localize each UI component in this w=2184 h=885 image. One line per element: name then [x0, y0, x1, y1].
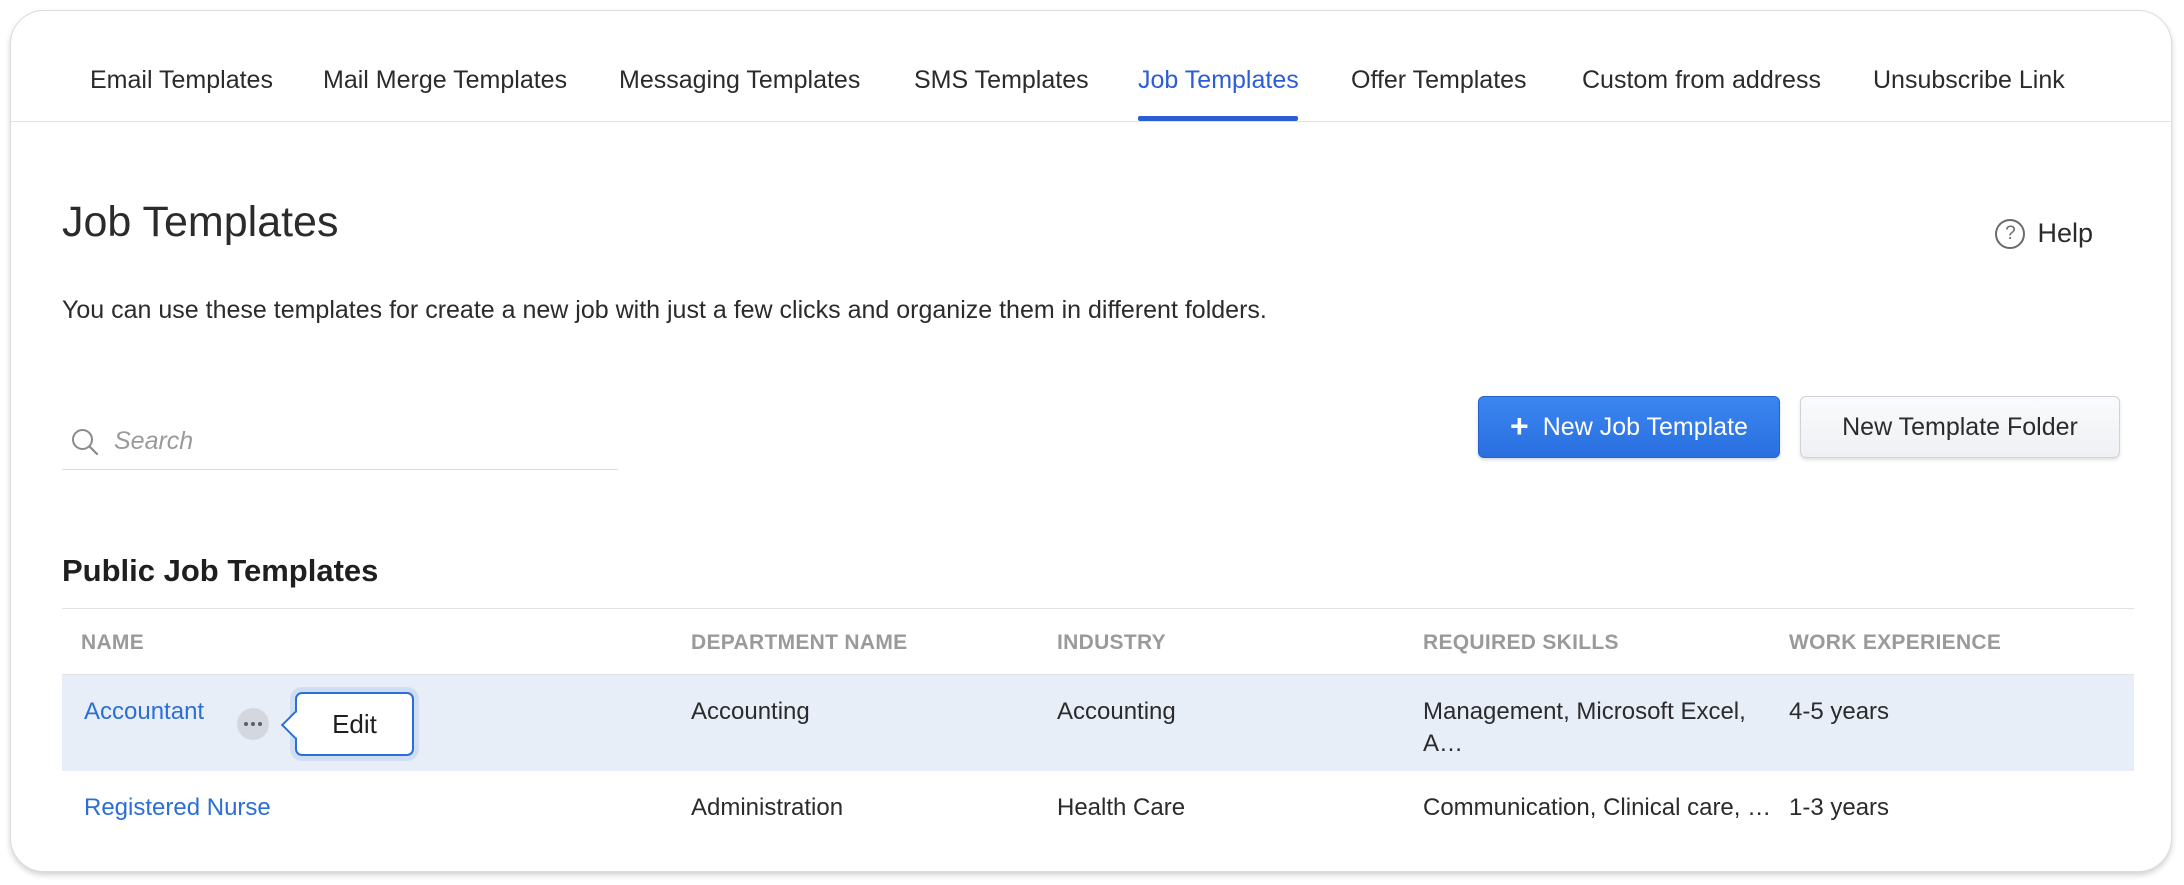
settings-card: Email Templates Mail Merge Templates Mes…: [10, 10, 2172, 872]
column-header-name[interactable]: NAME: [81, 631, 144, 655]
column-header-department[interactable]: DEPARTMENT NAME: [691, 631, 907, 655]
edit-popover[interactable]: Edit: [280, 692, 414, 756]
department-cell: Accounting: [691, 698, 810, 725]
search-box: [62, 414, 618, 470]
table-row[interactable]: Registered Nurse Administration Health C…: [62, 771, 2134, 867]
new-template-folder-button[interactable]: New Template Folder: [1800, 396, 2120, 458]
skills-cell: Management, Microsoft Excel, A…: [1423, 698, 1746, 757]
page-description: You can use these templates for create a…: [62, 296, 1267, 324]
search-icon: [72, 428, 99, 455]
column-header-industry[interactable]: INDUSTRY: [1057, 631, 1166, 655]
popover-arrow: [280, 710, 310, 740]
experience-cell: 1-3 years: [1789, 794, 1890, 821]
skills-cell: Communication, Clinical care, …: [1423, 794, 1772, 821]
search-input[interactable]: [114, 427, 594, 456]
table-row[interactable]: Accountant Edit Accounting Accounting Ma…: [62, 675, 2134, 771]
template-name-link[interactable]: Registered Nurse: [84, 792, 271, 824]
department-cell: Administration: [691, 794, 844, 821]
help-icon: ?: [1995, 218, 2026, 249]
template-name-link[interactable]: Accountant: [84, 696, 204, 728]
tab-email-templates[interactable]: Email Templates: [90, 65, 273, 95]
tab-custom-from-address[interactable]: Custom from address: [1582, 65, 1821, 95]
tab-bar: Email Templates Mail Merge Templates Mes…: [11, 11, 2171, 122]
page-title: Job Templates: [62, 198, 339, 246]
column-header-required-skills[interactable]: REQUIRED SKILLS: [1423, 631, 1619, 655]
experience-cell: 4-5 years: [1789, 698, 1890, 725]
more-options-icon[interactable]: [237, 708, 269, 740]
section-title: Public Job Templates: [62, 553, 379, 588]
table-header: NAME DEPARTMENT NAME INDUSTRY REQUIRED S…: [62, 608, 2134, 675]
new-job-template-button[interactable]: + New Job Template: [1478, 396, 1780, 458]
industry-cell: Accounting: [1057, 698, 1176, 725]
tab-offer-templates[interactable]: Offer Templates: [1351, 65, 1527, 95]
tab-job-templates[interactable]: Job Templates: [1138, 65, 1299, 95]
job-templates-table: NAME DEPARTMENT NAME INDUSTRY REQUIRED S…: [62, 608, 2134, 867]
tab-mail-merge-templates[interactable]: Mail Merge Templates: [323, 65, 567, 95]
column-header-work-experience[interactable]: WORK EXPERIENCE: [1789, 631, 2001, 655]
tab-sms-templates[interactable]: SMS Templates: [914, 65, 1089, 95]
tab-unsubscribe-link[interactable]: Unsubscribe Link: [1873, 65, 2065, 95]
tab-messaging-templates[interactable]: Messaging Templates: [619, 65, 860, 95]
new-job-template-label: New Job Template: [1542, 412, 1748, 441]
plus-icon: +: [1510, 407, 1529, 444]
industry-cell: Health Care: [1057, 794, 1186, 821]
active-tab-indicator: [1138, 116, 1298, 121]
help-label: Help: [2037, 218, 2093, 248]
edit-menu-item[interactable]: Edit: [332, 709, 377, 740]
help-link[interactable]: ? Help: [1995, 218, 2093, 249]
